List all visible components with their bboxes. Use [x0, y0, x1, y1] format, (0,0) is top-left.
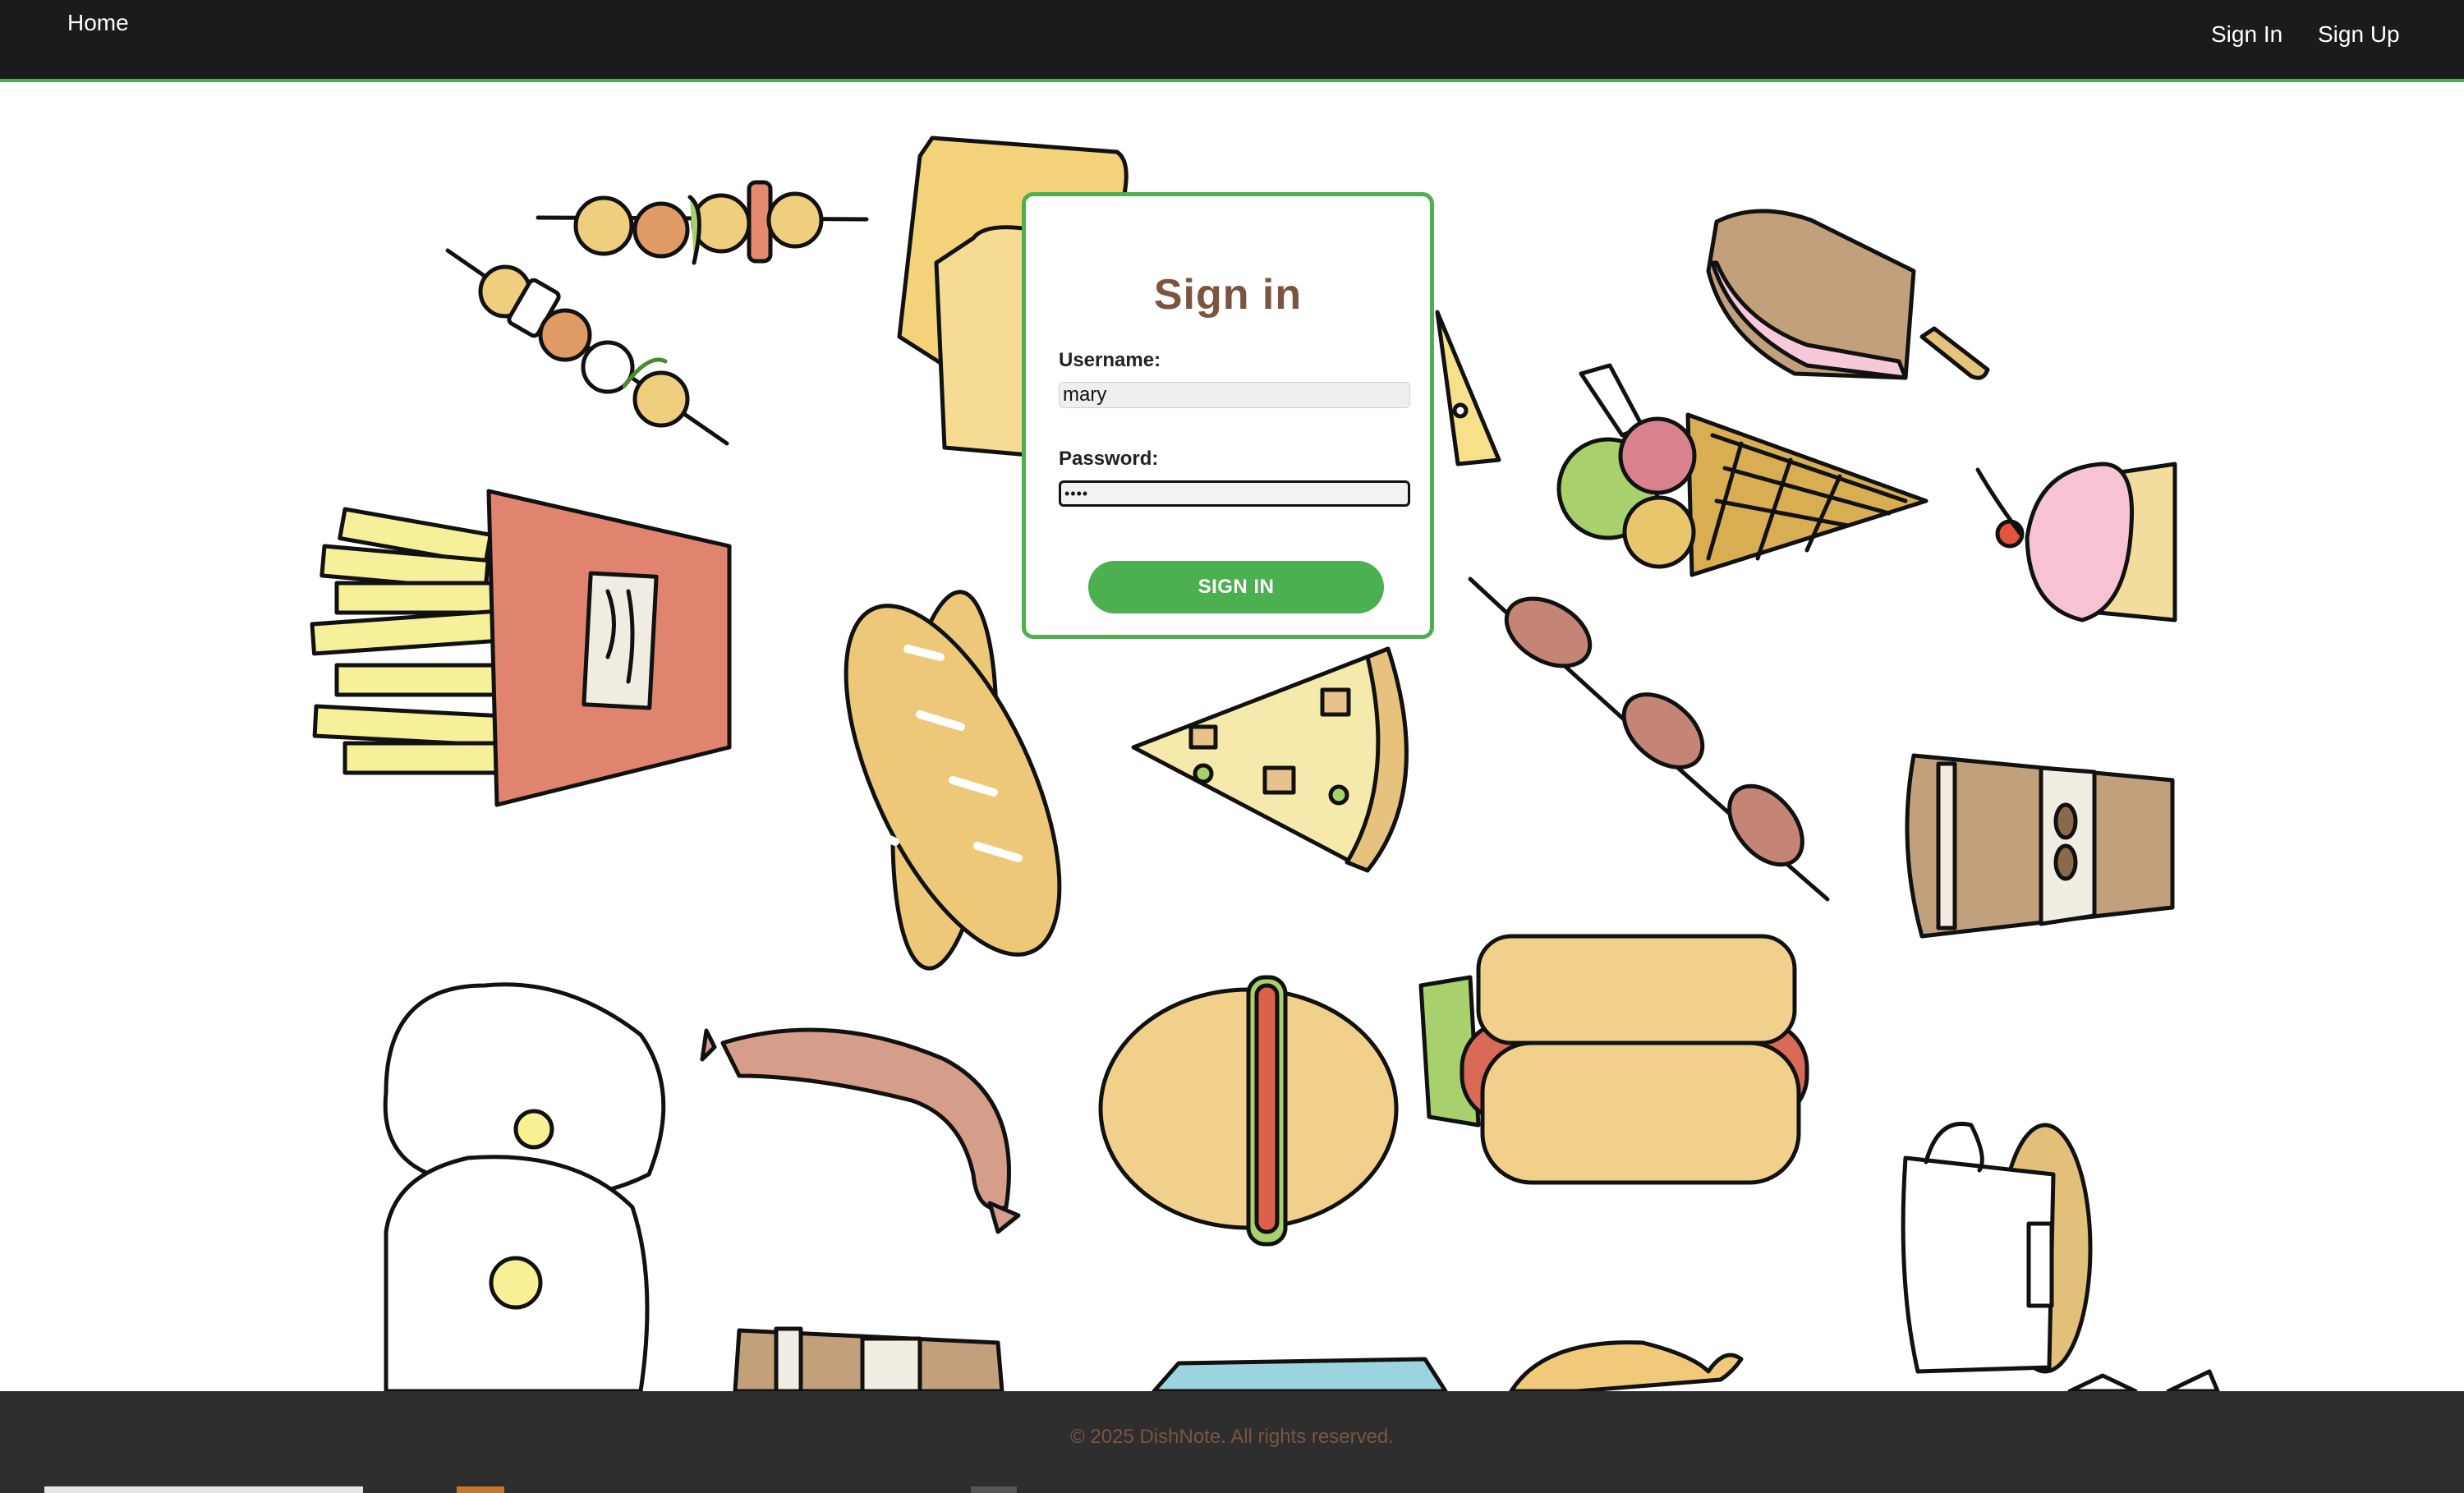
taskbar-fragment [457, 1486, 504, 1493]
coffee-box-icon [733, 1326, 1004, 1391]
nav-signup-link[interactable]: Sign Up [2318, 21, 2400, 48]
sausage-skewer-icon [1468, 577, 1830, 902]
signin-title: Sign in [1153, 271, 1303, 319]
milk-carton-icon [1152, 1357, 1448, 1391]
teacup-icon [1901, 1122, 2093, 1374]
cupcake-icon [1975, 462, 2177, 622]
footer-copyright: © 2025 DishNote. All rights reserved. [1070, 1426, 1394, 1448]
taskbar-fragment [971, 1486, 1017, 1493]
top-navbar: Home Sign In Sign Up [0, 0, 2464, 82]
ice-cream-cone-icon [1556, 363, 1928, 577]
signin-card: Sign in Username: Password: SIGN IN [1022, 192, 1434, 639]
nav-signin-link[interactable]: Sign In [2211, 21, 2282, 48]
skewer-icon [445, 248, 729, 446]
skewer-icon [536, 180, 869, 265]
sausage-icon [700, 1027, 1021, 1234]
coffee-cup-icon [1905, 753, 2175, 939]
fries-icon [310, 489, 732, 807]
password-input[interactable] [1059, 480, 1410, 507]
cheese-icon [1435, 310, 1501, 466]
nav-home-link[interactable]: Home [67, 10, 129, 36]
password-label: Password: [1059, 448, 1159, 470]
taskbar-fragment [44, 1486, 363, 1493]
chicken-leg-icon [1509, 1340, 1744, 1391]
username-label: Username: [1059, 349, 1161, 371]
signin-button[interactable]: SIGN IN [1088, 561, 1384, 613]
username-input[interactable] [1059, 382, 1410, 408]
burger-icon [1098, 975, 1399, 1247]
fried-eggs-icon [383, 982, 666, 1391]
pizza-slice-icon [1131, 646, 1409, 873]
popsicle-icon [1706, 209, 1990, 380]
hotdog-icon [1418, 934, 1809, 1185]
footer: © 2025 DishNote. All rights reserved. [0, 1391, 2464, 1493]
